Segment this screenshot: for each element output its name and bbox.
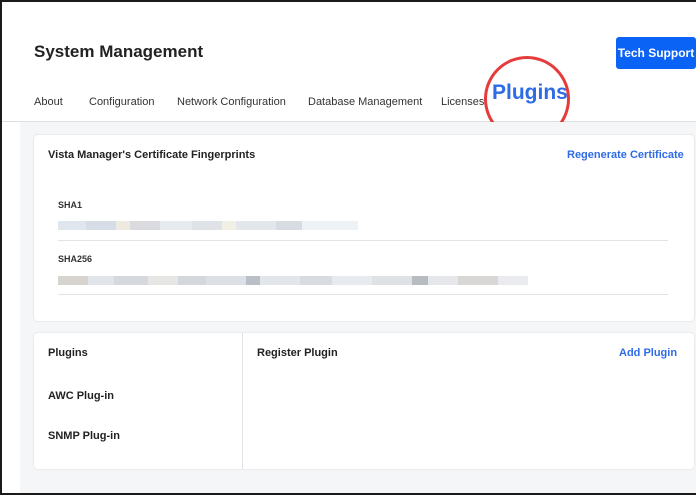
tab-plugins[interactable]: Plugins — [492, 81, 568, 105]
sha256-label: SHA256 — [58, 254, 93, 264]
sha1-value-redacted — [58, 221, 358, 230]
regenerate-certificate-link[interactable]: Regenerate Certificate — [567, 149, 684, 161]
plugins-card: Plugins AWC Plug-in SNMP Plug-in Registe… — [34, 333, 694, 469]
add-plugin-link[interactable]: Add Plugin — [619, 347, 677, 359]
certificate-card: Vista Manager's Certificate Fingerprints… — [34, 135, 694, 321]
tab-about[interactable]: About — [34, 96, 63, 108]
page-title: System Management — [34, 42, 204, 61]
plugins-panel-title: Plugins — [48, 347, 88, 359]
fingerprint-divider — [58, 294, 668, 295]
tab-licenses[interactable]: Licenses — [441, 96, 484, 108]
sha1-label: SHA1 — [58, 200, 83, 210]
plugin-item-awc[interactable]: AWC Plug-in — [48, 390, 114, 402]
certificate-card-title: Vista Manager's Certificate Fingerprints — [48, 149, 256, 161]
column-divider — [242, 333, 243, 469]
tab-configuration[interactable]: Configuration — [89, 96, 154, 108]
tab-network-configuration[interactable]: Network Configuration — [177, 96, 286, 108]
fingerprint-divider — [58, 240, 668, 241]
sha256-value-redacted — [58, 276, 528, 285]
tab-bar: About Configuration Network Configuratio… — [2, 81, 696, 135]
app-window: System Management Tech Support About Con… — [0, 0, 696, 495]
register-plugin-title: Register Plugin — [257, 347, 338, 359]
tech-support-button[interactable]: Tech Support — [616, 37, 696, 69]
tab-database-management[interactable]: Database Management — [308, 96, 422, 108]
plugin-item-snmp[interactable]: SNMP Plug-in — [48, 430, 120, 442]
